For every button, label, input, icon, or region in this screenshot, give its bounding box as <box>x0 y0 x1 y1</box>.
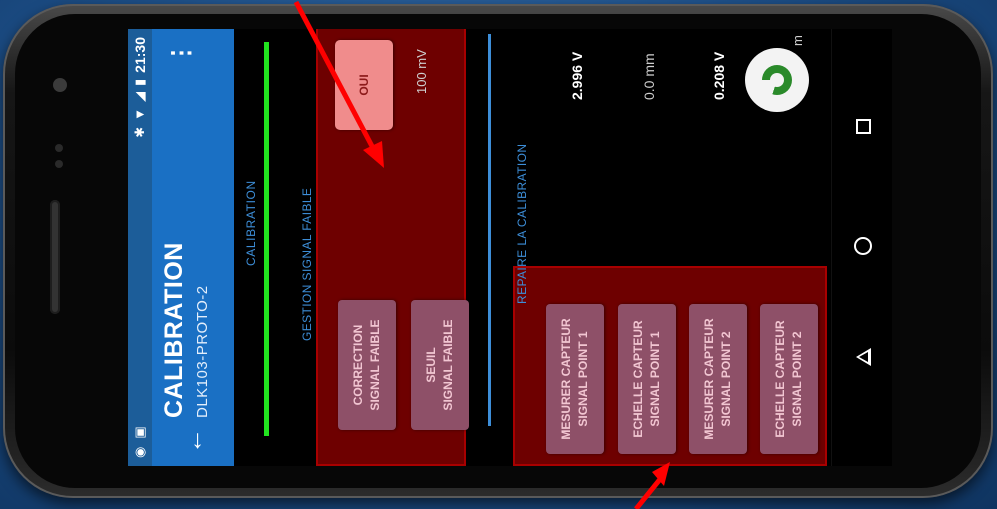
measured-voltage-point2: 0.208 V <box>711 51 727 100</box>
button-line: SIGNAL POINT 1 <box>648 331 662 427</box>
phone-screen: ◉ ▣ ✱ ▼ ◢ ▮ 21:30 ← CALIBRATION DLK103-P… <box>128 29 831 466</box>
toggle-label: OUI <box>357 74 371 96</box>
device-subtitle: DLK103-PROTO-2 <box>194 285 211 418</box>
home-icon[interactable] <box>854 237 872 255</box>
tab-calibration[interactable]: CALIBRATION <box>244 180 258 266</box>
refresh-icon <box>762 65 792 95</box>
button-line: ECHELLE CAPTEUR <box>773 320 787 438</box>
correction-signal-faible-button[interactable]: CORRECTION SIGNAL FAIBLE <box>338 300 396 430</box>
scale-value-point2: m <box>790 35 805 46</box>
button-line: SIGNAL POINT 1 <box>576 331 590 427</box>
proximity-sensor <box>55 144 63 152</box>
rotated-app-content: ◉ ▣ ✱ ▼ ◢ ▮ 21:30 ← CALIBRATION DLK103-P… <box>128 29 831 466</box>
button-line: SIGNAL POINT 2 <box>790 331 804 427</box>
battery-icon: ▮ <box>132 78 147 86</box>
app-notification-icon: ◉ <box>132 446 147 458</box>
button-line: SIGNAL FAIBLE <box>441 319 455 411</box>
refresh-button[interactable] <box>745 48 809 112</box>
button-line: MESURER CAPTEUR <box>702 318 716 440</box>
echelle-capteur-point1-button[interactable]: ECHELLE CAPTEUR SIGNAL POINT 1 <box>618 304 676 454</box>
front-camera <box>53 78 67 92</box>
oui-toggle-button[interactable]: OUI <box>335 40 393 130</box>
status-time: 21:30 <box>132 37 148 73</box>
page-title: CALIBRATION <box>160 242 188 418</box>
status-bar: ◉ ▣ ✱ ▼ ◢ ▮ 21:30 <box>128 29 152 466</box>
navigation-bar <box>831 29 892 466</box>
mesurer-capteur-point2-button[interactable]: MESURER CAPTEUR SIGNAL POINT 2 <box>689 304 747 454</box>
threshold-value: 100 mV <box>414 49 429 94</box>
app-bar: ← CALIBRATION DLK103-PROTO-2 ⋮ <box>152 29 234 466</box>
signal-icon: ◢ <box>132 91 147 102</box>
button-line: SIGNAL POINT 2 <box>719 331 733 427</box>
button-line: SEUIL <box>424 347 438 383</box>
echelle-capteur-point2-button[interactable]: ECHELLE CAPTEUR SIGNAL POINT 2 <box>760 304 818 454</box>
recent-apps-icon[interactable] <box>856 119 871 134</box>
light-sensor <box>55 160 63 168</box>
wifi-icon: ▼ <box>132 107 147 121</box>
seuil-signal-faible-button[interactable]: SEUIL SIGNAL FAIBLE <box>411 300 469 430</box>
button-line: MESURER CAPTEUR <box>559 318 573 440</box>
app-notification-icon-2: ▣ <box>132 426 147 439</box>
measured-voltage-point1: 2.996 V <box>569 51 585 100</box>
button-line: SIGNAL FAIBLE <box>368 319 382 411</box>
mesurer-capteur-point1-button[interactable]: MESURER CAPTEUR SIGNAL POINT 1 <box>546 304 604 454</box>
back-nav-icon[interactable] <box>856 348 871 366</box>
scale-value-point1: 0.0 mm <box>641 53 657 100</box>
button-line: CORRECTION <box>351 324 365 406</box>
button-line: ECHELLE CAPTEUR <box>631 320 645 438</box>
tab-indicator <box>264 42 269 436</box>
arrow-back-icon[interactable]: ← <box>178 428 208 454</box>
section-label-repaire: REPAIRE LA CALIBRATION <box>515 143 529 304</box>
earpiece-speaker <box>50 200 60 314</box>
section-divider <box>488 34 491 426</box>
bluetooth-icon: ✱ <box>132 126 147 138</box>
more-vert-icon[interactable]: ⋮ <box>168 41 195 65</box>
section-label-gestion: GESTION SIGNAL FAIBLE <box>300 187 314 341</box>
